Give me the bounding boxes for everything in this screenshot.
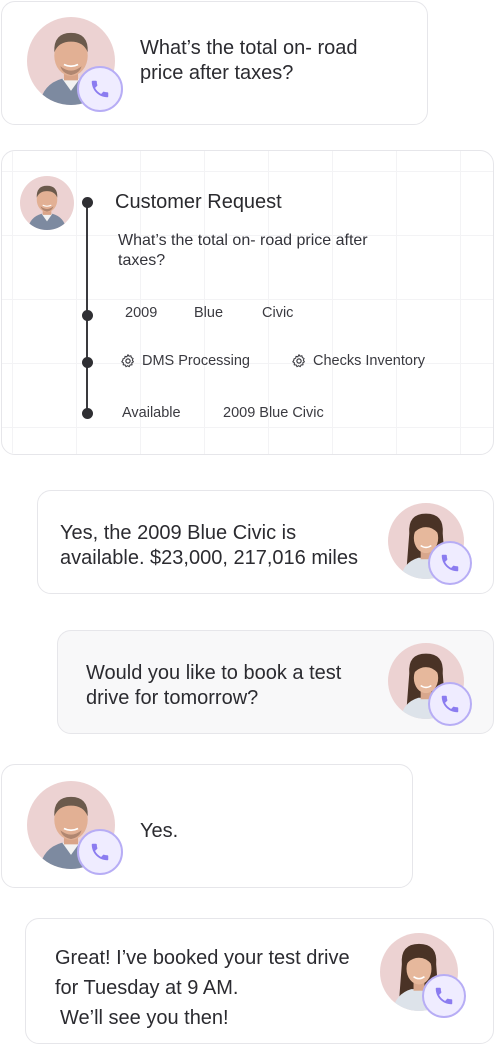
gear-icon [291,353,307,369]
phone-icon[interactable] [428,682,472,726]
timeline-dot [81,357,93,368]
tag-year: 2009 [125,305,158,321]
result-availability: Available [122,405,181,421]
phone-icon[interactable] [428,541,472,585]
gear-icon [120,353,136,369]
result-vehicle: 2009 Blue Civic [223,405,324,421]
phone-icon[interactable] [422,974,466,1018]
message-text-line1: Great! I’ve booked your test drive [55,947,350,969]
timeline-dot [81,310,93,321]
step-label: Checks Inventory [313,353,426,369]
timeline-dot [81,408,93,419]
agent-message-card: Yes, the 2009 Blue Civic is available. $… [37,490,494,594]
message-text-line2: for Tuesday at 9 AM. [55,977,239,999]
customer-message-card: Yes. [1,764,413,888]
step-label: DMS Processing [142,353,250,369]
message-text: Would you like to book a test drive for … [86,662,342,709]
agent-message-card: Great! I’ve booked your test drive for T… [25,918,494,1044]
message-text: What’s the total on- road price after ta… [140,37,358,84]
tag-color: Blue [194,305,224,321]
phone-icon[interactable] [77,829,123,875]
customer-avatar [20,176,74,230]
message-text: Yes, the 2009 Blue Civic is available. $… [60,522,358,569]
checks-inventory-step: Checks Inventory [291,353,425,369]
agent-message-card: Would you like to book a test drive for … [57,630,494,734]
timeline-dot [81,197,93,208]
message-text-line3: We’ll see you then! [60,1007,229,1029]
request-description: What’s the total on- road price after ta… [118,232,368,269]
request-title: Customer Request [115,191,282,213]
tag-model: Civic [262,305,294,321]
timeline-line [86,202,88,414]
customer-message-card: What’s the total on- road price after ta… [1,1,428,125]
phone-icon[interactable] [77,66,123,112]
message-text: Yes. [140,820,179,842]
dms-processing-step: DMS Processing [120,353,250,369]
